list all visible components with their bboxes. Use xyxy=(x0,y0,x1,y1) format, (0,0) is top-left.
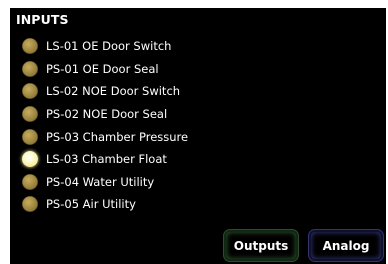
input-label: PS-04 Water Utility xyxy=(46,174,155,189)
status-led-off-icon xyxy=(22,60,38,77)
input-row-ps-01: PS-01 OE Door Seal xyxy=(22,58,322,81)
input-label: LS-03 Chamber Float xyxy=(46,152,167,167)
input-row-ps-03: PS-03 Chamber Pressure xyxy=(22,125,322,148)
input-row-ls-03: LS-03 Chamber Float xyxy=(22,148,322,171)
input-label: PS-03 Chamber Pressure xyxy=(46,129,189,144)
status-led-off-icon xyxy=(22,83,38,100)
status-led-off-icon xyxy=(22,38,38,55)
panel-title: INPUTS xyxy=(16,12,69,27)
status-led-on-icon xyxy=(22,151,38,168)
status-led-off-icon xyxy=(22,128,38,145)
input-label: LS-01 OE Door Switch xyxy=(46,39,172,54)
input-label: PS-05 Air Utility xyxy=(46,197,136,212)
input-row-ls-01: LS-01 OE Door Switch xyxy=(22,35,322,58)
status-led-off-icon xyxy=(22,196,38,213)
inputs-list: LS-01 OE Door Switch PS-01 OE Door Seal … xyxy=(22,35,322,216)
input-label: PS-02 NOE Door Seal xyxy=(46,107,168,122)
input-label: PS-01 OE Door Seal xyxy=(46,61,159,76)
input-row-ps-05: PS-05 Air Utility xyxy=(22,193,322,216)
input-row-ls-02: LS-02 NOE Door Switch xyxy=(22,80,322,103)
status-led-off-icon xyxy=(22,173,38,190)
status-led-off-icon xyxy=(22,106,38,123)
input-label: LS-02 NOE Door Switch xyxy=(46,84,181,99)
outputs-button[interactable]: Outputs xyxy=(223,229,299,262)
input-row-ps-02: PS-02 NOE Door Seal xyxy=(22,103,322,126)
analog-button[interactable]: Analog xyxy=(308,229,384,262)
input-row-ps-04: PS-04 Water Utility xyxy=(22,171,322,194)
